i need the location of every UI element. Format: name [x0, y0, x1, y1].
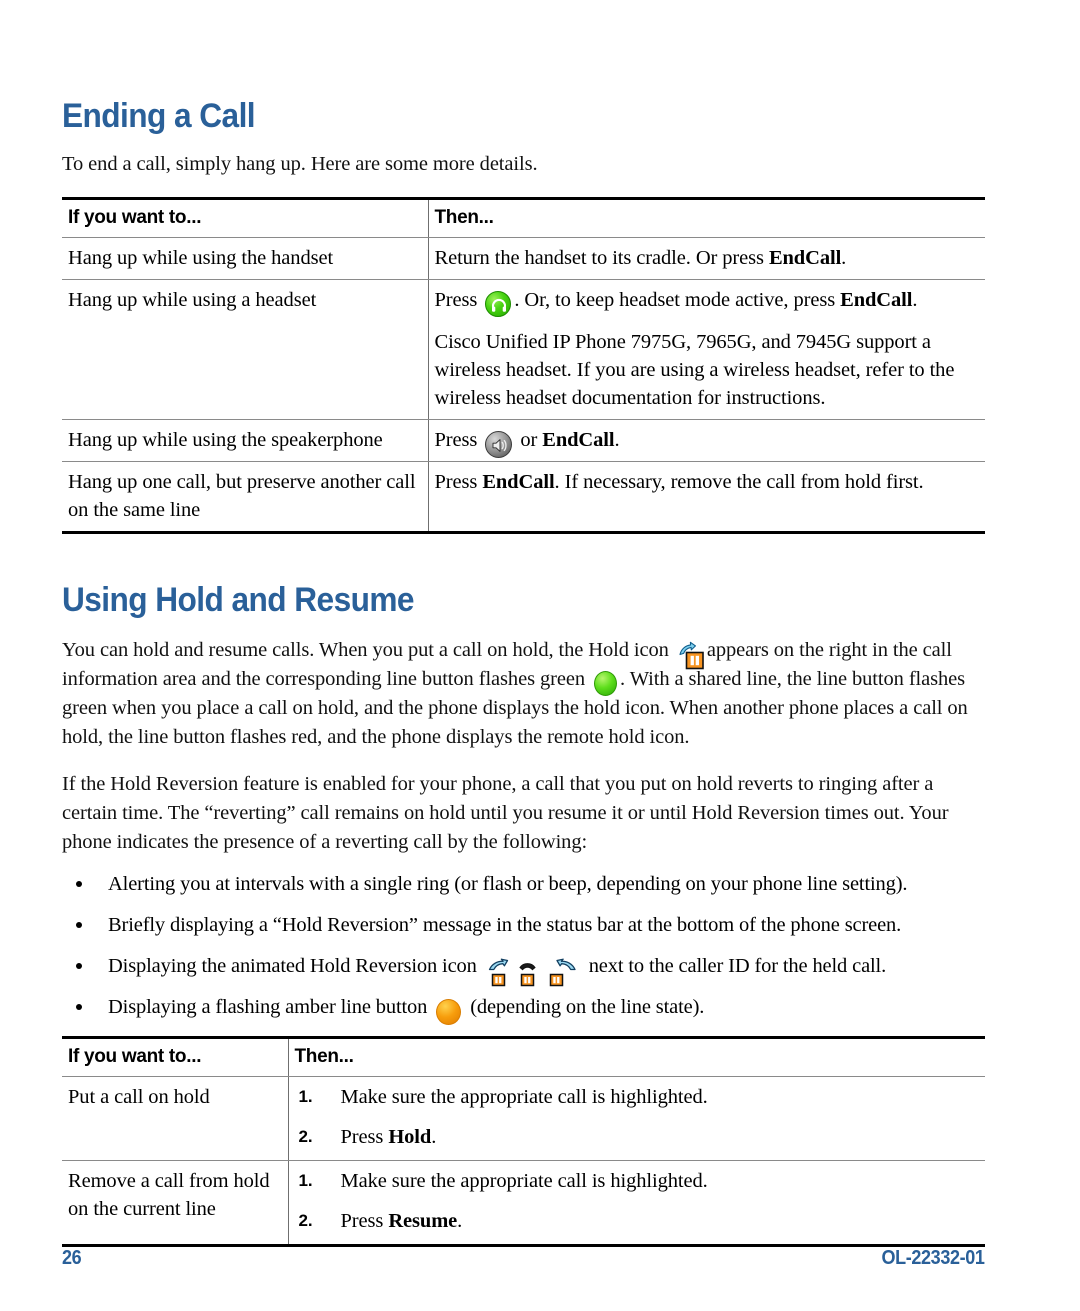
- cell-want: Hang up one call, but preserve another c…: [62, 461, 429, 534]
- ending-a-call-table-body: Hang up while using the handset Return t…: [62, 237, 985, 534]
- cell-then-rich: Press or EndCall.: [435, 426, 978, 459]
- table-row: Hang up while using the speakerphone Pre…: [62, 419, 985, 462]
- cell-want: Hang up while using a headset: [62, 279, 429, 420]
- cell-then-rich: Return the handset to its cradle. Or pre…: [434, 247, 847, 269]
- column-header-then: Then...: [428, 197, 985, 238]
- step-list: 1. Make sure the appropriate call is hig…: [295, 1167, 978, 1235]
- cell-then-rich: Press . Or, to keep headset mode active,…: [435, 286, 978, 318]
- step-text: Press Hold.: [340, 1126, 437, 1148]
- page-number: 26: [62, 1247, 82, 1269]
- step-number: 1.: [298, 1087, 313, 1106]
- step-item: 1. Make sure the appropriate call is hig…: [295, 1083, 978, 1111]
- cell-want: Put a call on hold: [62, 1076, 289, 1161]
- hold-reversion-animated-icon: [487, 957, 579, 987]
- step-item: 2. Press Resume.: [295, 1207, 978, 1235]
- hold-icon: [676, 641, 706, 671]
- headset-button-icon: [485, 291, 512, 318]
- cell-want: Hang up while using the speakerphone: [62, 419, 429, 462]
- cell-want: Remove a call from hold on the current l…: [62, 1160, 289, 1247]
- intro-paragraph-ending-a-call: To end a call, simply hang up. Here are …: [62, 153, 538, 175]
- table-row: Hang up while using a headset Press . Or…: [62, 279, 985, 420]
- page-footer: 26 OL-22332-01: [62, 1247, 985, 1270]
- page-title-using-hold-and-resume: Using Hold and Resume: [62, 581, 415, 619]
- bullet-dot-icon: [76, 922, 82, 928]
- table-header-row: If you want to... Then...: [62, 197, 985, 238]
- step-number: 1.: [298, 1171, 313, 1190]
- cell-then: Press EndCall. If necessary, remove the …: [428, 461, 985, 534]
- cell-then: 1. Make sure the appropriate call is hig…: [288, 1076, 985, 1161]
- green-line-button-icon: [594, 670, 618, 696]
- softkey-label: Hold: [388, 1126, 432, 1148]
- hold-reversion-indicator-list: Alerting you at intervals with a single …: [62, 869, 985, 1025]
- column-header-if-you-want-to: If you want to...: [62, 1036, 289, 1077]
- amber-line-button-icon: [436, 998, 462, 1025]
- column-header-if-you-want-to: If you want to...: [62, 197, 429, 238]
- cell-then: Return the handset to its cradle. Or pre…: [428, 237, 985, 280]
- list-item: Displaying the animated Hold Reversion i…: [62, 951, 985, 987]
- speakerphone-button-icon: [485, 431, 513, 459]
- list-item: Displaying a flashing amber line button …: [62, 992, 985, 1025]
- cell-then-rich: Press EndCall. If necessary, remove the …: [434, 471, 924, 493]
- table-header-row: If you want to... Then...: [62, 1036, 985, 1077]
- softkey-label: EndCall: [840, 289, 913, 311]
- step-list: 1. Make sure the appropriate call is hig…: [295, 1083, 978, 1151]
- hold-resume-paragraph-2: If the Hold Reversion feature is enabled…: [62, 773, 949, 853]
- page-content: Ending a Call To end a call, simply hang…: [62, 96, 985, 1247]
- table-row: Hang up one call, but preserve another c…: [62, 461, 985, 534]
- cell-want: Hang up while using the handset: [62, 237, 429, 280]
- table-row: Put a call on hold 1. Make sure the appr…: [62, 1076, 985, 1161]
- list-item-text: Alerting you at intervals with a single …: [108, 873, 908, 895]
- list-item-text: Briefly displaying a “Hold Reversion” me…: [108, 914, 902, 936]
- softkey-label: EndCall: [482, 471, 555, 493]
- softkey-label: EndCall: [768, 247, 842, 269]
- list-item: Alerting you at intervals with a single …: [62, 869, 985, 899]
- cell-then: Press . Or, to keep headset mode active,…: [428, 279, 985, 420]
- document-id: OL-22332-01: [881, 1247, 985, 1269]
- hold-resume-paragraph-1: You can hold and resume calls. When you …: [62, 639, 968, 748]
- step-item: 1. Make sure the appropriate call is hig…: [295, 1167, 978, 1195]
- step-text: Make sure the appropriate call is highli…: [340, 1086, 708, 1108]
- cell-then: Press or EndCall.: [428, 419, 985, 462]
- softkey-label: EndCall: [542, 429, 615, 451]
- list-item-text: Displaying a flashing amber line button …: [108, 996, 704, 1025]
- document-page: Ending a Call To end a call, simply hang…: [0, 0, 1080, 1311]
- page-title-ending-a-call: Ending a Call: [62, 97, 256, 135]
- bullet-dot-icon: [76, 963, 82, 969]
- list-item: Briefly displaying a “Hold Reversion” me…: [62, 910, 985, 940]
- step-number: 2.: [298, 1127, 313, 1146]
- step-item: 2. Press Hold.: [295, 1123, 978, 1151]
- cell-then: 1. Make sure the appropriate call is hig…: [288, 1160, 985, 1247]
- hold-resume-table-body: Put a call on hold 1. Make sure the appr…: [62, 1076, 985, 1247]
- list-item-text: Displaying the animated Hold Reversion i…: [108, 955, 886, 987]
- cell-then-extra: Cisco Unified IP Phone 7975G, 7965G, and…: [434, 331, 955, 409]
- step-number: 2.: [298, 1211, 313, 1230]
- table-row: Remove a call from hold on the current l…: [62, 1160, 985, 1247]
- bullet-dot-icon: [76, 1004, 82, 1010]
- column-header-then: Then...: [288, 1036, 985, 1077]
- softkey-label: Resume: [388, 1210, 458, 1232]
- bullet-dot-icon: [76, 881, 82, 887]
- ending-a-call-table: If you want to... Then... Hang up while …: [62, 197, 985, 534]
- step-text: Press Resume.: [340, 1210, 463, 1232]
- hold-resume-table: If you want to... Then... Put a call on …: [62, 1036, 985, 1247]
- step-text: Make sure the appropriate call is highli…: [340, 1170, 708, 1192]
- table-row: Hang up while using the handset Return t…: [62, 237, 985, 280]
